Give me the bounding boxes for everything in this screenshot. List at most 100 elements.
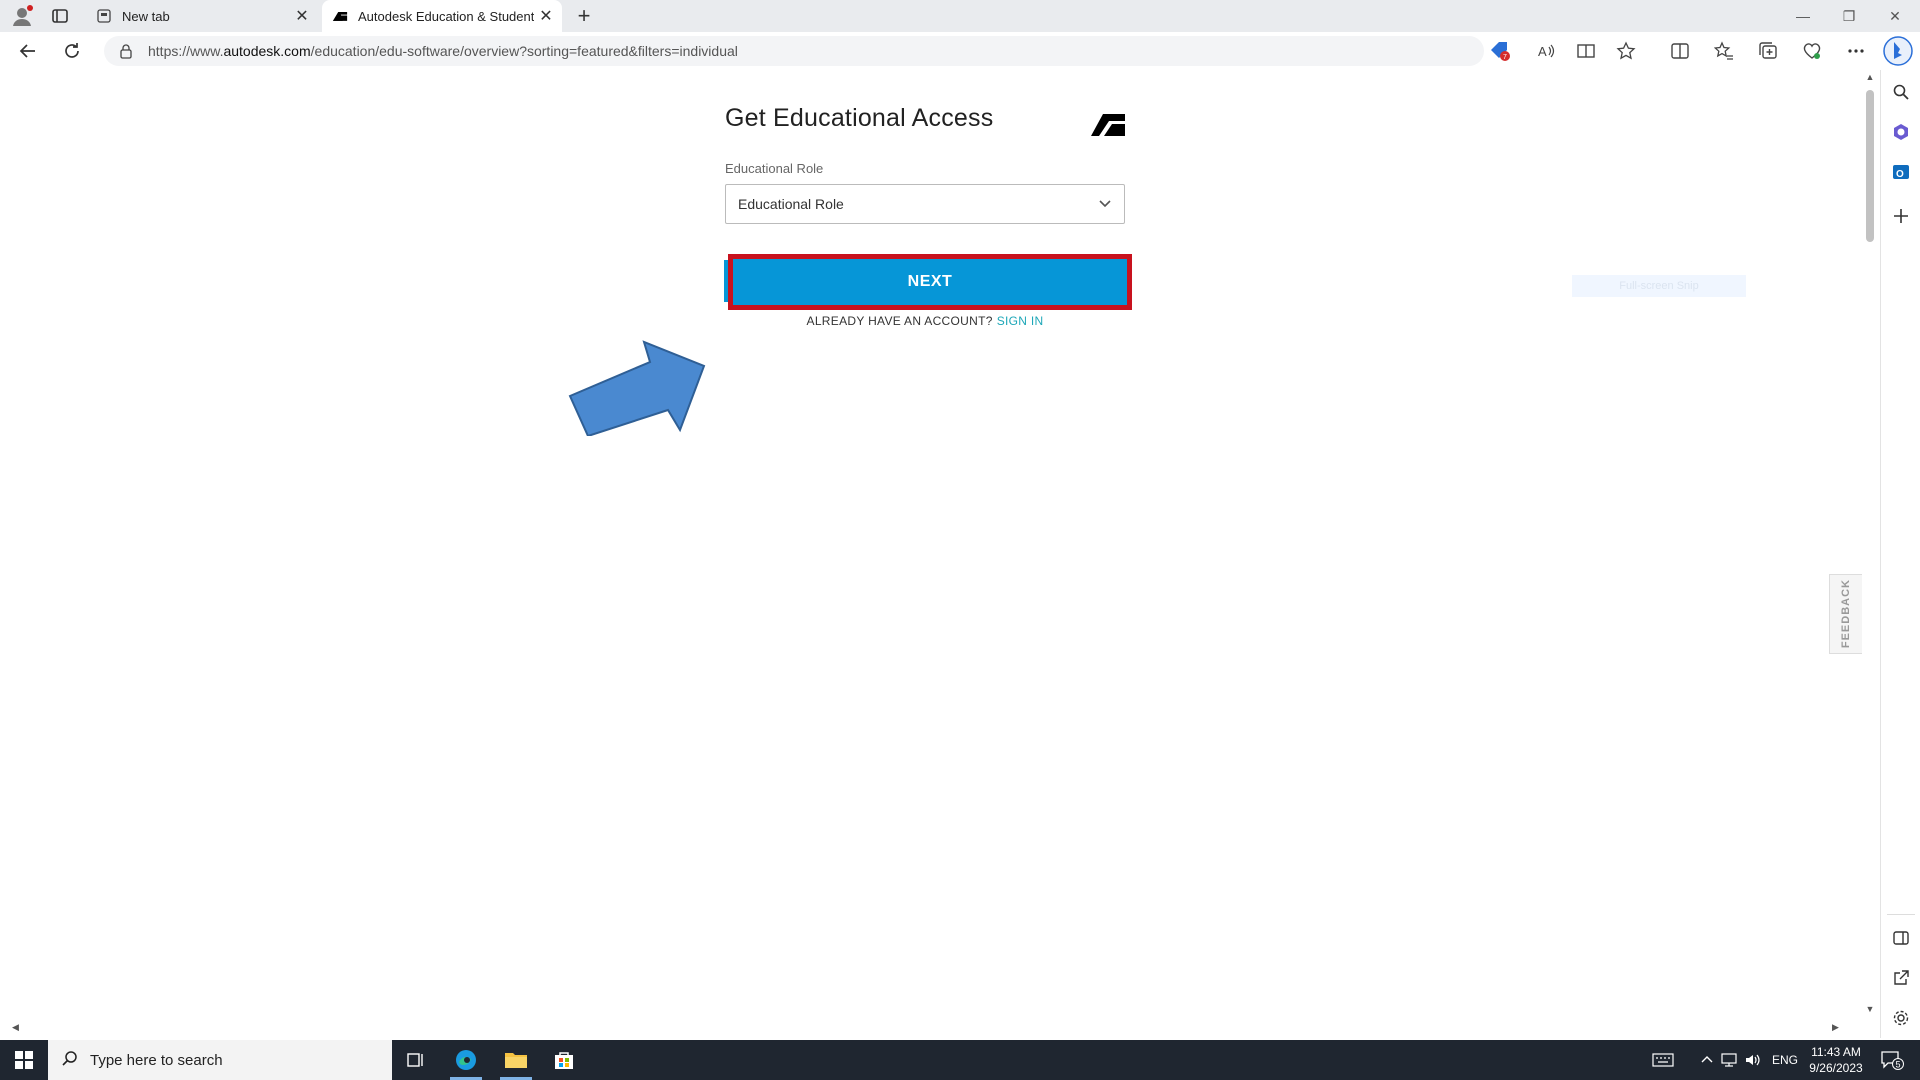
bing-chat-button[interactable]	[1882, 35, 1914, 67]
shopping-button[interactable]: 7	[1486, 37, 1514, 65]
collections-button[interactable]	[1754, 37, 1782, 65]
feedback-tab[interactable]: FEEDBACK	[1829, 574, 1863, 654]
language-indicator[interactable]: ENG	[1772, 1040, 1798, 1080]
tab-title: New tab	[122, 8, 170, 24]
minimize-button[interactable]: —	[1780, 0, 1826, 32]
sidebar-open-external-button[interactable]	[1889, 966, 1913, 990]
notification-icon: 5	[1881, 1051, 1904, 1070]
next-button[interactable]: NEXT	[733, 259, 1127, 305]
external-link-icon	[1894, 970, 1909, 985]
scrollbar-thumb[interactable]	[1866, 90, 1874, 242]
signin-row: ALREADY HAVE AN ACCOUNT? SIGN IN	[725, 314, 1125, 328]
role-field-label: Educational Role	[725, 161, 824, 176]
close-window-button[interactable]: ✕	[1872, 0, 1918, 32]
gear-icon	[1893, 1010, 1909, 1026]
scroll-up-arrow[interactable]: ▲	[1864, 72, 1876, 82]
favorites-list-icon	[1714, 41, 1733, 60]
url-prefix: https://www.	[148, 43, 224, 59]
scroll-left-arrow[interactable]: ◀	[12, 1022, 19, 1033]
scroll-down-arrow[interactable]: ▼	[1864, 1004, 1876, 1014]
network-icon[interactable]	[1720, 1040, 1738, 1080]
store-bag-icon	[555, 1052, 573, 1069]
taskbar-search[interactable]: Type here to search	[48, 1040, 392, 1080]
read-aloud-button[interactable]: A	[1532, 37, 1560, 65]
address-bar[interactable]: https://www.autodesk.com/education/edu-s…	[104, 36, 1484, 66]
search-placeholder: Type here to search	[90, 1051, 223, 1069]
svg-text:O: O	[1896, 169, 1904, 180]
settings-more-button[interactable]	[1842, 37, 1870, 65]
taskbar-file-explorer[interactable]	[492, 1040, 540, 1080]
back-button[interactable]	[14, 37, 42, 65]
tab-new-tab[interactable]: New tab ✕	[86, 0, 318, 32]
windows-taskbar: Type here to search ENG 11:43 AM 9/26/20…	[0, 1040, 1920, 1080]
feedback-label: FEEDBACK	[1840, 579, 1852, 649]
tab-autodesk[interactable]: Autodesk Education & Student A ✕	[322, 0, 562, 32]
sidebar-panel-icon	[1893, 931, 1909, 945]
start-button[interactable]	[0, 1040, 48, 1080]
notification-count: 5	[1895, 1060, 1900, 1070]
url-text[interactable]: https://www.autodesk.com/education/edu-s…	[148, 43, 738, 59]
favorites-button[interactable]	[1710, 37, 1738, 65]
office-icon	[1894, 124, 1908, 140]
system-clock[interactable]: 11:43 AM 9/26/2023	[1800, 1044, 1872, 1076]
refresh-button[interactable]	[58, 37, 86, 65]
browser-essentials-button[interactable]	[1798, 37, 1826, 65]
sidebar-outlook-button[interactable]: O	[1889, 160, 1913, 184]
read-aloud-icon: A	[1538, 44, 1555, 59]
autodesk-logo	[1090, 112, 1126, 138]
profile-icon[interactable]	[10, 4, 34, 28]
immersive-reader-button[interactable]	[1572, 37, 1600, 65]
edge-browser-icon	[456, 1050, 476, 1070]
sidebar-search-button[interactable]	[1889, 80, 1913, 104]
star-icon	[1616, 41, 1636, 60]
educational-role-select[interactable]: Educational Role	[725, 184, 1125, 224]
favorite-button[interactable]	[1612, 37, 1640, 65]
scroll-right-arrow[interactable]: ▶	[1832, 1022, 1839, 1033]
highlight-box: NEXT	[728, 254, 1132, 310]
sidebar-hide-button[interactable]	[1889, 926, 1913, 950]
tray-keyboard-icon[interactable]	[1652, 1040, 1674, 1080]
split-screen-button[interactable]	[1666, 37, 1694, 65]
task-view-button[interactable]	[392, 1040, 440, 1080]
shopping-tag-icon: 7	[1491, 42, 1510, 61]
horizontal-scrollbar[interactable]: ◀ ▶	[4, 1022, 1862, 1036]
shopping-badge: 7	[1503, 54, 1507, 61]
taskbar-store[interactable]	[540, 1040, 588, 1080]
tab-bar: New tab ✕ Autodesk Education & Student A…	[0, 0, 1920, 32]
svg-text:A: A	[1538, 44, 1547, 59]
chevron-down-icon	[1098, 196, 1112, 213]
role-select-value: Educational Role	[738, 196, 844, 212]
tray-overflow-chevron-icon[interactable]	[1700, 1040, 1714, 1080]
educational-access-form: Get Educational Access Educational Role …	[724, 104, 1132, 328]
snip-hint: Full-screen Snip	[1572, 275, 1746, 297]
search-icon	[62, 1050, 78, 1070]
volume-icon[interactable]	[1744, 1040, 1762, 1080]
vertical-scrollbar[interactable]: ▲ ▼	[1862, 70, 1878, 1030]
sign-in-link[interactable]: SIGN IN	[997, 314, 1044, 328]
tab-title: Autodesk Education & Student A	[358, 8, 534, 24]
bing-icon	[1883, 36, 1913, 66]
new-tab-button[interactable]: +	[570, 2, 598, 30]
restore-button[interactable]: ❐	[1826, 0, 1872, 32]
sidebar-add-button[interactable]	[1889, 204, 1913, 228]
notification-center-button[interactable]: 5	[1880, 1040, 1904, 1080]
url-domain: autodesk.com	[223, 43, 311, 59]
lock-icon[interactable]	[118, 43, 134, 59]
close-icon[interactable]: ✕	[534, 6, 558, 26]
heart-pulse-icon	[1803, 43, 1821, 59]
tab-actions-icon[interactable]	[50, 6, 70, 26]
task-view-icon	[407, 1053, 423, 1067]
sidebar-settings-button[interactable]	[1889, 1006, 1913, 1030]
collections-icon	[1759, 42, 1777, 59]
immersive-reader-icon	[1577, 44, 1595, 58]
taskbar-edge[interactable]	[442, 1040, 490, 1080]
sidebar-copilot-button[interactable]	[1889, 120, 1913, 144]
plus-icon	[1894, 209, 1908, 223]
back-arrow-icon	[19, 44, 35, 58]
page-title: Get Educational Access	[725, 104, 994, 132]
url-path: /education/edu-software/overview?sorting…	[310, 43, 738, 59]
more-dots-icon	[1848, 49, 1864, 53]
close-icon[interactable]: ✕	[290, 6, 314, 26]
windows-logo-icon	[15, 1051, 33, 1069]
browser-toolbar: https://www.autodesk.com/education/edu-s…	[0, 32, 1920, 70]
